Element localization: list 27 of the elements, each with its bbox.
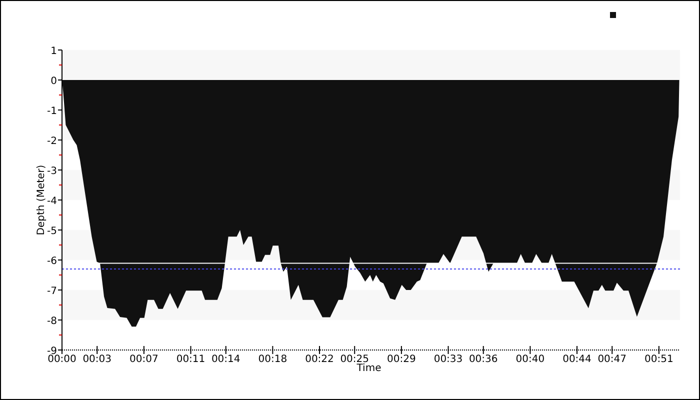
axis-tick-label: 00:07 [130,354,158,365]
axis-tick-label: 00:44 [562,354,592,365]
axis-tick-label: 00:51 [644,354,674,365]
axis-title: Time [356,363,382,374]
axis-tick-label: 00:11 [176,354,206,365]
axis-tick-label: 1 [50,46,57,57]
axis-tick-label: -2 [47,136,57,147]
axis-tick-label: -3 [47,166,57,177]
axis-tick-label: -1 [47,106,57,117]
axis-tick-label: 00:40 [516,354,545,365]
axis-tick-label: 00:18 [258,354,288,365]
axis-tick-label: 00:22 [305,354,334,365]
axis-tick-label: 0 [50,76,57,87]
legend-marker-icon [610,12,616,18]
axis-tick-label: 00:29 [387,354,416,365]
axis-tick-label: 00:00 [48,354,76,365]
axis-tick-label: -8 [47,316,57,327]
axis-tick-label: 00:36 [468,354,498,365]
axis-tick-label: 00:33 [434,354,463,365]
axis-tick-label: 00:03 [82,354,112,365]
axis-tick-label: -4 [47,196,57,207]
axis-tick-label: 00:14 [211,354,240,365]
axis-tick-label: -5 [47,226,57,237]
axis-tick-label: -7 [47,286,57,297]
axis-tick-label: 00:47 [598,354,627,365]
axis-title: Depth (Meter) [36,164,47,236]
axis-tick-label: -6 [47,256,57,267]
